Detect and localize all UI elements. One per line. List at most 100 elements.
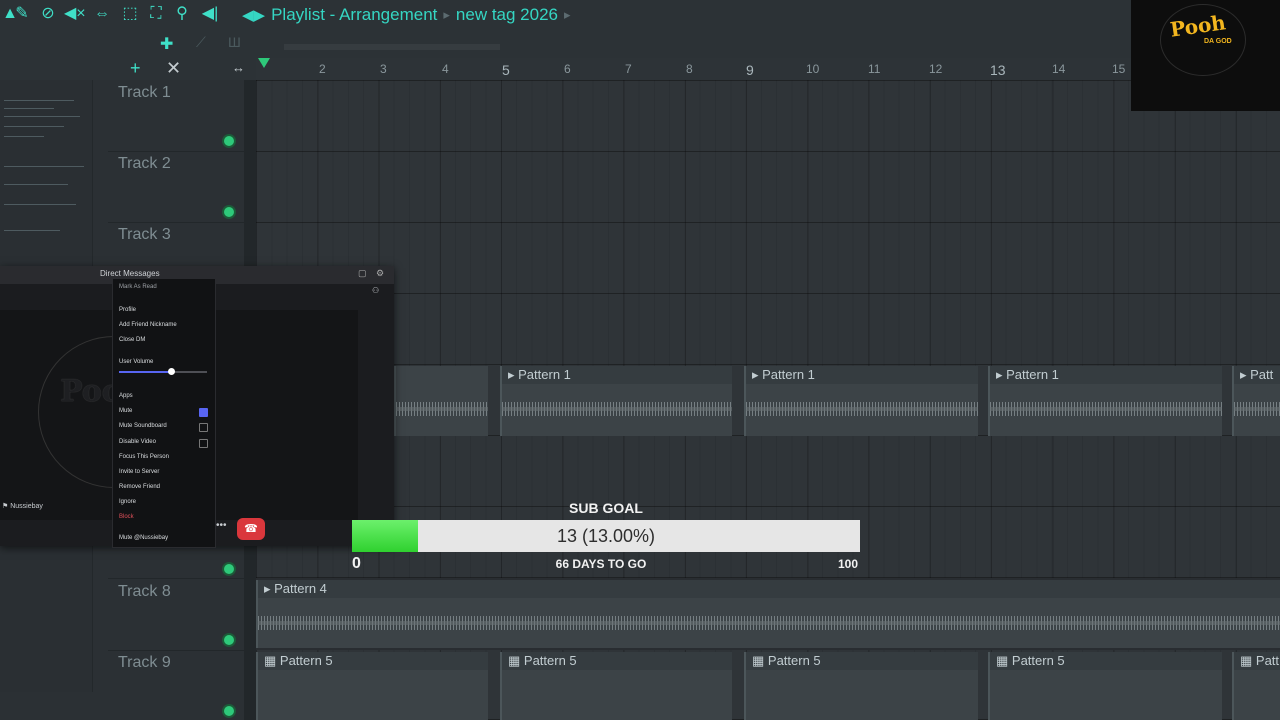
clip-label: ▦ Pattern 5 (502, 652, 732, 670)
menu-item-focus[interactable]: Focus This Person (119, 454, 169, 460)
menu-header[interactable]: Mark As Read (119, 284, 157, 290)
menu-item-profile[interactable]: Profile (119, 307, 136, 313)
bar-number: 11 (868, 62, 881, 76)
track-name[interactable]: Track 9 (118, 654, 171, 672)
bar-number: 7 (625, 62, 632, 76)
pattern-clip[interactable] (394, 366, 488, 436)
playlist-toolbar-row-2: ✚ ⟋ Ш (0, 30, 1280, 58)
select-icon[interactable]: ⬚ (120, 4, 140, 24)
track-mute-led[interactable] (224, 706, 234, 716)
timeline-ruler[interactable]: 2 3 4 5 6 7 8 9 10 11 12 13 14 15 (256, 58, 1280, 81)
menu-item-mute-soundboard[interactable]: Mute Soundboard (119, 423, 167, 429)
menu-item-mute[interactable]: Mute (119, 408, 132, 414)
playlist-toolbar: ▲ ✎ ⊘ ◀× ⇔ ⬚ ⛶ ⚲ ◀| ◀▶ Playlist - Arrang… (0, 0, 1280, 30)
pooh-logo-sub: DA GOD (1204, 38, 1232, 45)
end-call-button[interactable]: ☎ (237, 518, 265, 540)
sub-goal-max: 100 (838, 557, 859, 571)
track-divider (108, 151, 256, 152)
breadcrumb-separator-icon: ▸ (443, 7, 450, 22)
bar-number: 8 (686, 62, 693, 76)
waveform (746, 402, 978, 416)
piano-icon[interactable]: Ш (228, 34, 241, 50)
mute-checkbox[interactable] (199, 408, 208, 417)
arrange-arrows-icon[interactable]: ◀▶ (242, 6, 265, 24)
track-mute-led[interactable] (224, 635, 234, 645)
menu-item-close-dm[interactable]: Close DM (119, 337, 145, 343)
bar-number: 10 (806, 62, 820, 76)
pattern-clip[interactable]: ▸ Pattern 4 (256, 580, 1280, 648)
pattern-clip[interactable]: ▦ Patt (1232, 652, 1280, 720)
breadcrumb: ◀▶ Playlist - Arrangement ▸ new tag 2026… (242, 3, 571, 27)
overview-scrollbar[interactable] (284, 44, 500, 50)
pencil-icon[interactable]: ⟋ (196, 34, 206, 51)
settings-icon[interactable]: ⚙ (376, 268, 384, 279)
bar-number: 5 (502, 62, 510, 78)
resize-icon[interactable]: ↔ (232, 60, 245, 75)
arrangement-tag[interactable]: new tag 2026 (456, 5, 558, 25)
menu-item-apps[interactable]: Apps (119, 393, 133, 399)
more-icon[interactable]: ••• (216, 520, 227, 531)
menu-item-remove-friend[interactable]: Remove Friend (119, 484, 160, 490)
sub-goal-days-left: 66 DAYS TO GO (555, 557, 647, 571)
pattern-clip[interactable]: ▦ Pattern 5 (988, 652, 1222, 720)
pattern-clip[interactable]: ▸ Pattern 1 (988, 366, 1222, 436)
video-checkbox[interactable] (199, 439, 208, 448)
bar-number: 13 (990, 62, 1006, 78)
mute-icon[interactable]: ◀× (64, 4, 86, 24)
track-name[interactable]: Track 1 (118, 84, 171, 102)
track-mute-led[interactable] (224, 564, 234, 574)
no-entry-icon[interactable]: ⊘ (38, 4, 58, 24)
track-divider (108, 578, 256, 579)
pattern-clip[interactable]: ▸ Pattern 1 (500, 366, 732, 436)
menu-item-nickname[interactable]: Add Friend Nickname (119, 322, 177, 328)
pattern-clip[interactable]: ▸ Pattern 1 (744, 366, 978, 436)
clip-label: ▸ Pattern 1 (990, 366, 1222, 384)
clip-label: ▦ Pattern 5 (746, 652, 978, 670)
track-mute-led[interactable] (224, 136, 234, 146)
bar-number: 15 (1112, 62, 1126, 76)
slip-icon[interactable]: ⇔ (92, 4, 112, 24)
bar-number: 4 (442, 62, 449, 76)
pattern-clip[interactable]: ▸ Patt (1232, 366, 1280, 436)
clip-label: ▸ Pattern 4 (258, 580, 1280, 598)
close-icon[interactable]: ✕ (166, 58, 181, 79)
menu-item-block[interactable]: Block (119, 514, 134, 520)
waveform (1234, 402, 1280, 416)
user-context-menu: Mark As Read Profile Add Friend Nickname… (112, 278, 216, 548)
track-name[interactable]: Track 2 (118, 155, 171, 173)
zoom-icon[interactable]: ⚲ (172, 4, 192, 24)
user-add-icon[interactable]: ⚇ (372, 286, 379, 295)
waveform (990, 402, 1222, 416)
slider-knob[interactable] (168, 368, 175, 375)
menu-item-ignore[interactable]: Ignore (119, 499, 136, 505)
track-mute-led[interactable] (224, 207, 234, 217)
track-name[interactable]: Track 8 (118, 583, 171, 601)
sub-goal-progress-bar: 13 (13.00%) (352, 520, 860, 552)
menu-item-mute-user[interactable]: Mute @Nussiebay (119, 535, 168, 541)
bar-number: 6 (564, 62, 571, 76)
track-divider (108, 650, 256, 651)
pattern-clip[interactable]: ▦ Pattern 5 (500, 652, 732, 720)
clip-label: ▦ Patt (1234, 652, 1280, 670)
user-volume-slider[interactable] (119, 368, 207, 375)
snap-icon[interactable]: ✚ (160, 34, 173, 54)
magic-wand-icon[interactable]: ✎ (12, 4, 32, 24)
track-name[interactable]: Track 3 (118, 226, 171, 244)
pattern-clip[interactable]: ▦ Pattern 5 (744, 652, 978, 720)
speaker-icon[interactable]: ◀| (200, 4, 220, 24)
menu-item-disable-video[interactable]: Disable Video (119, 439, 156, 445)
playhead-icon[interactable] (258, 58, 270, 68)
bar-number: 3 (380, 62, 387, 76)
zoom-select-icon[interactable]: ⛶ (146, 4, 166, 24)
add-icon[interactable]: + (130, 58, 141, 79)
clip-label: ▸ Patt (1234, 366, 1280, 384)
soundboard-checkbox[interactable] (199, 423, 208, 432)
clip-label: ▸ Pattern 1 (502, 366, 732, 384)
clip-label: ▦ Pattern 5 (990, 652, 1222, 670)
menu-item-invite[interactable]: Invite to Server (119, 469, 159, 475)
sub-goal-title: SUB GOAL (569, 500, 643, 516)
clip-label: ▦ Pattern 5 (258, 652, 488, 670)
track-edit-bar: + ✕ ↔ (0, 58, 256, 80)
popout-icon[interactable]: ▢ (358, 268, 367, 279)
pattern-clip[interactable]: ▦ Pattern 5 (256, 652, 488, 720)
